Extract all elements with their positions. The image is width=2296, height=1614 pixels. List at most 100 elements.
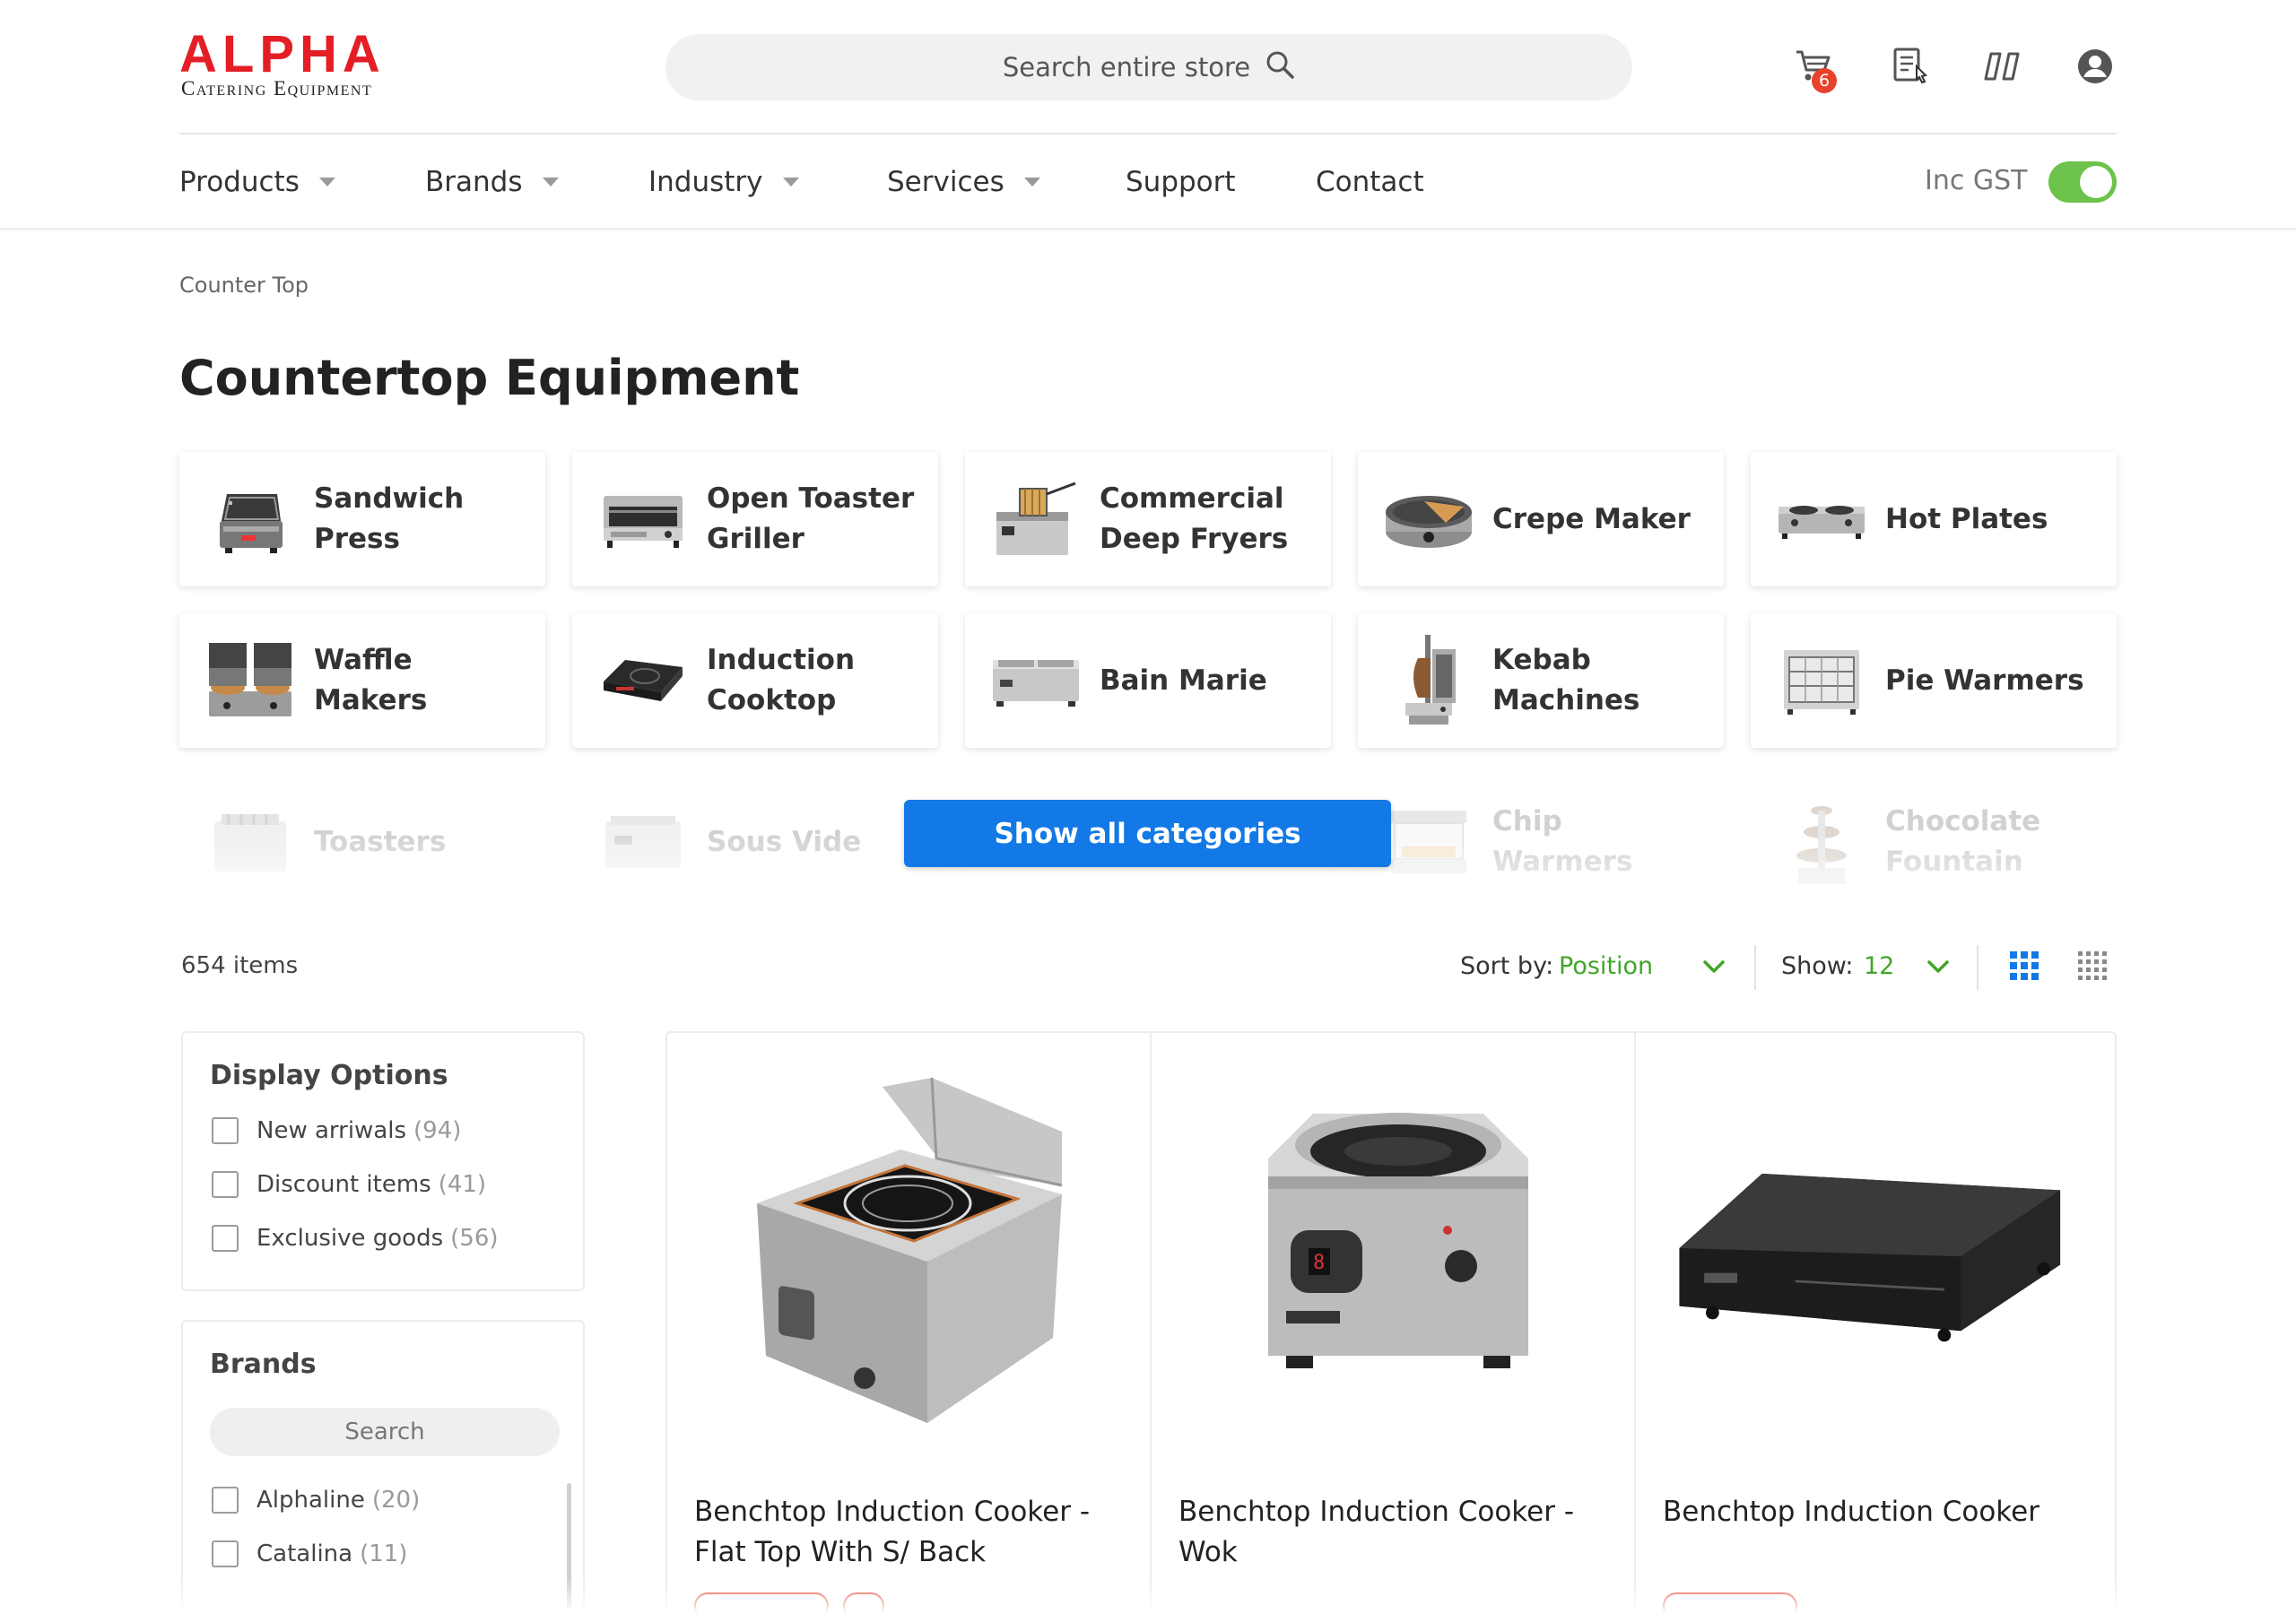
checkbox[interactable] <box>212 1487 239 1514</box>
product-card[interactable]: Benchtop Induction Cooker - Flat Top Wit… <box>667 1033 1150 1614</box>
nav-contact-label: Contact <box>1316 166 1424 198</box>
nav-products[interactable]: Products <box>179 166 425 198</box>
product-grid: Benchtop Induction Cooker - Flat Top Wit… <box>665 1031 2117 1614</box>
category-label: Open Toaster Griller <box>707 482 915 555</box>
nav-products-label: Products <box>179 166 300 198</box>
option-count: (11) <box>360 1540 408 1567</box>
account-button[interactable] <box>2074 45 2117 88</box>
checkbox[interactable] <box>212 1171 239 1198</box>
search-icon[interactable] <box>1265 49 1295 86</box>
product-card[interactable]: 8 Benchtop Induction Cooker - Wok <box>1150 1033 1632 1614</box>
option-label: Catalina <box>257 1540 353 1567</box>
sort-label: Sort by: <box>1460 952 1554 980</box>
product-name[interactable]: Benchtop Induction Cooker - Wok <box>1178 1492 1618 1573</box>
category-label: Commercial Deep Fryers <box>1100 482 1289 555</box>
product-image[interactable] <box>694 1069 1125 1427</box>
nav-services[interactable]: Services <box>887 166 1126 198</box>
checkbox[interactable] <box>212 1540 239 1567</box>
logo-wordmark: ALPHA <box>179 25 386 83</box>
category-card-waffle-makers[interactable]: Waffle Makers <box>179 613 545 748</box>
cart-button[interactable]: 6 <box>1792 45 1837 93</box>
toolbar-divider <box>1754 945 1756 990</box>
show-label: Show: <box>1781 952 1854 980</box>
sort-select[interactable]: Position <box>1559 952 1653 980</box>
option-exclusive-goods[interactable]: Exclusive goods (56) <box>212 1225 499 1252</box>
sandwich-press-icon <box>201 470 300 568</box>
category-label: Waffle Makers <box>314 644 428 716</box>
nav-support[interactable]: Support <box>1126 166 1316 198</box>
brand-option-alphaline[interactable]: Alphaline (20) <box>212 1487 420 1514</box>
items-count: 654 items <box>181 952 299 979</box>
nav-divider <box>0 228 2296 231</box>
caret-down-icon <box>782 178 799 187</box>
product-image[interactable] <box>1663 1069 2093 1427</box>
checkbox[interactable] <box>212 1225 239 1252</box>
product-name[interactable]: Benchtop Induction Cooker - Flat Top Wit… <box>694 1492 1134 1573</box>
toaster-griller-icon <box>594 470 692 568</box>
main-nav: Products Brands Industry Services Suppor… <box>179 161 1424 203</box>
search-placeholder: Search entire store <box>1002 52 1251 82</box>
gst-toggle[interactable] <box>2048 161 2117 203</box>
category-card-kebab-machines[interactable]: Kebab Machines <box>1358 613 1724 748</box>
option-discount-items[interactable]: Discount items (41) <box>212 1171 486 1198</box>
option-count: (56) <box>450 1225 499 1252</box>
category-card-pie-warmers[interactable]: Pie Warmers <box>1751 613 2117 748</box>
waffle-maker-icon <box>201 631 300 730</box>
bottom-fade <box>0 1578 2296 1614</box>
category-label: Crepe Maker <box>1492 502 1691 535</box>
category-card-hot-plates[interactable]: Hot Plates <box>1751 452 2117 586</box>
option-label: Discount items <box>257 1171 431 1198</box>
brand-option-catalina[interactable]: Catalina (11) <box>212 1540 407 1567</box>
nav-services-label: Services <box>887 166 1004 198</box>
crepe-maker-icon <box>1379 470 1478 568</box>
svg-text:8: 8 <box>1313 1252 1325 1274</box>
nav-industry[interactable]: Industry <box>648 166 887 198</box>
search-input[interactable]: Search entire store <box>665 34 1632 100</box>
dense-grid-view-icon[interactable] <box>2077 950 2108 981</box>
category-card-commercial-deep-fryers[interactable]: Commercial Deep Fryers <box>965 452 1331 586</box>
cart-count-badge: 6 <box>1812 68 1837 93</box>
category-label: Induction Cooktop <box>707 644 856 716</box>
chevron-down-icon[interactable] <box>1926 958 1950 976</box>
option-label: Alphaline <box>257 1487 365 1514</box>
document-pointer-icon <box>1893 48 1927 84</box>
grid-view-icon[interactable] <box>2009 950 2039 981</box>
brands-panel: Brands Search Alphaline (20) Catalina (11) <box>181 1320 585 1614</box>
brands-title: Brands <box>210 1349 317 1380</box>
product-name[interactable]: Benchtop Induction Cooker <box>1663 1492 2102 1532</box>
product-card[interactable]: Benchtop Induction Cooker <box>1634 1033 2117 1614</box>
option-label: Exclusive goods <box>257 1225 444 1252</box>
toggle-knob <box>2080 166 2112 198</box>
category-card-crepe-maker[interactable]: Crepe Maker <box>1358 452 1724 586</box>
toolbar-divider <box>1977 945 1979 990</box>
pie-warmer-icon <box>1772 631 1871 730</box>
caret-down-icon <box>542 178 559 187</box>
category-label: Bain Marie <box>1100 664 1267 697</box>
page-size-select[interactable]: 12 <box>1864 952 1894 980</box>
nav-brands[interactable]: Brands <box>425 166 648 198</box>
nav-support-label: Support <box>1126 166 1236 198</box>
nav-industry-label: Industry <box>648 166 763 198</box>
quote-list-button[interactable] <box>1891 45 1934 88</box>
display-options-panel: Display Options New arriwals (94) Discoun… <box>181 1031 585 1291</box>
option-new-arrivals[interactable]: New arriwals (94) <box>212 1117 461 1144</box>
option-count: (41) <box>438 1171 487 1198</box>
category-label: Hot Plates <box>1885 502 2048 535</box>
page-title: Countertop Equipment <box>179 350 800 406</box>
category-card-open-toaster-griller[interactable]: Open Toaster Griller <box>572 452 938 586</box>
category-card-bain-marie[interactable]: Bain Marie <box>965 613 1331 748</box>
show-all-categories-button[interactable]: Show all categories <box>904 800 1391 867</box>
breadcrumb[interactable]: Counter Top <box>179 273 309 298</box>
option-count: (94) <box>413 1117 462 1144</box>
checkbox[interactable] <box>212 1117 239 1144</box>
deep-fryer-icon <box>987 470 1085 568</box>
category-card-induction-cooktop[interactable]: Induction Cooktop <box>572 613 938 748</box>
gst-label: Inc GST <box>1925 165 2028 196</box>
product-image[interactable]: 8 <box>1178 1069 1609 1427</box>
chevron-down-icon[interactable] <box>1702 958 1726 976</box>
brand-search-input[interactable]: Search <box>210 1408 560 1456</box>
nav-contact[interactable]: Contact <box>1316 166 1424 198</box>
user-icon <box>2078 49 2112 83</box>
compare-button[interactable] <box>1980 45 2023 88</box>
category-card-sandwich-press[interactable]: Sandwich Press <box>179 452 545 586</box>
